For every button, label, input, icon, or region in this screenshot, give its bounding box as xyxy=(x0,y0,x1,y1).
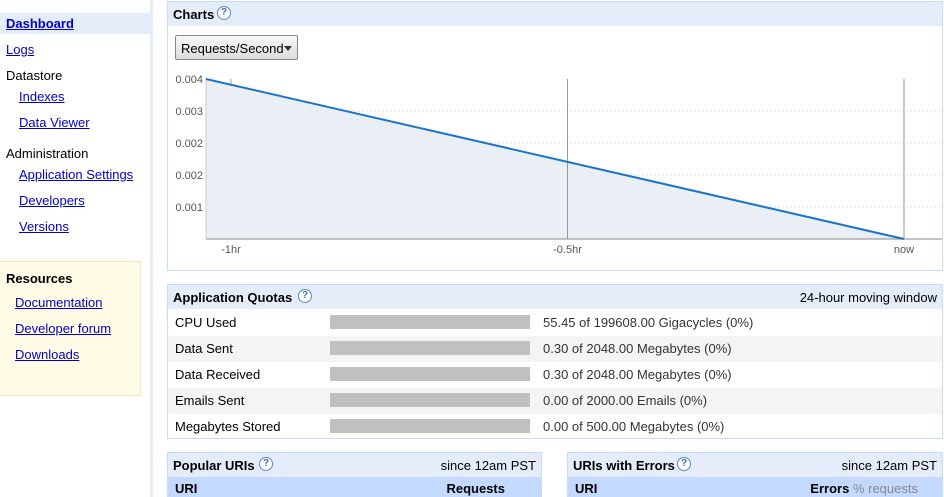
quota-progress-bar xyxy=(330,315,530,329)
y-tick-label: 0.002 xyxy=(175,170,203,182)
sidebar-divider xyxy=(150,0,153,497)
quota-value: 0.30 of 2048.00 Megabytes (0%) xyxy=(543,367,732,382)
popular-uris-table-header: URI Requests xyxy=(168,477,541,497)
resources-title: Resources xyxy=(6,271,73,286)
errors-label: Errors xyxy=(810,481,850,496)
quotas-panel: Application Quotas ? 24-hour moving wind… xyxy=(167,284,943,439)
column-header-errors: Errors % requests xyxy=(810,481,918,496)
popular-uris-title: Popular URIs xyxy=(173,458,255,473)
link-documentation[interactable]: Documentation xyxy=(15,295,102,310)
x-tick-label: -0.5hr xyxy=(553,244,582,256)
quota-progress-bar xyxy=(330,393,530,407)
popular-uris-since: since 12am PST xyxy=(440,458,536,473)
nav-dashboard[interactable]: Dashboard xyxy=(6,16,74,31)
quota-progress-bar xyxy=(330,367,530,381)
x-tick-label: -1hr xyxy=(221,244,241,256)
error-uris-header: URIs with Errors ? since 12am PST xyxy=(568,453,942,477)
quotas-header: Application Quotas ? 24-hour moving wind… xyxy=(168,285,942,309)
quota-progress-bar xyxy=(330,341,530,355)
nav-data-viewer[interactable]: Data Viewer xyxy=(19,115,90,130)
quota-name: Megabytes Stored xyxy=(175,419,281,434)
charts-title: Charts xyxy=(173,7,215,22)
help-icon[interactable]: ? xyxy=(298,289,312,303)
nav-application-settings[interactable]: Application Settings xyxy=(19,167,133,182)
nav-developers[interactable]: Developers xyxy=(19,193,85,208)
nav-logs[interactable]: Logs xyxy=(6,42,34,57)
y-tick-label: 0.002 xyxy=(175,138,203,150)
chevron-down-icon xyxy=(284,46,292,51)
requests-chart: 0.004 0.003 0.002 0.002 0.001 -1hr -0.5hr now xyxy=(175,74,942,256)
y-tick-label: 0.001 xyxy=(175,202,203,214)
popular-uris-header: Popular URIs ? since 12am PST xyxy=(168,453,541,477)
x-tick-label: now xyxy=(894,244,914,256)
quota-progress-bar xyxy=(330,419,530,433)
help-icon[interactable]: ? xyxy=(217,6,231,20)
metric-select-value: Requests/Second xyxy=(181,41,284,56)
charts-header: Charts ? xyxy=(168,2,942,26)
quota-value: 0.30 of 2048.00 Megabytes (0%) xyxy=(543,341,732,356)
quota-name: Emails Sent xyxy=(175,393,245,408)
quota-row: CPU Used 55.45 of 199608.00 Gigacycles (… xyxy=(168,310,942,336)
column-header-uri: URI xyxy=(575,481,598,496)
quotas-title: Application Quotas xyxy=(173,290,293,305)
charts-panel: Charts ? Requests/Second 0.004 0.003 0.002… xyxy=(167,1,943,271)
quota-row: Megabytes Stored 0.00 of 500.00 Megabyte… xyxy=(168,414,942,440)
error-uris-panel: URIs with Errors ? since 12am PST URI Er… xyxy=(567,452,943,497)
quota-row: Data Sent 0.30 of 2048.00 Megabytes (0%) xyxy=(168,336,942,362)
nav-indexes[interactable]: Indexes xyxy=(19,89,65,104)
quota-name: CPU Used xyxy=(175,315,237,330)
sidebar: Dashboard Logs Datastore Indexes Data Vi… xyxy=(0,0,152,497)
error-uris-since: since 12am PST xyxy=(841,458,937,473)
column-header-requests: Requests xyxy=(446,481,505,496)
link-developer-forum[interactable]: Developer forum xyxy=(15,321,111,336)
quota-value: 0.00 of 500.00 Megabytes (0%) xyxy=(543,419,725,434)
nav-administration-heading: Administration xyxy=(6,146,89,161)
quota-row: Data Received 0.30 of 2048.00 Megabytes … xyxy=(168,362,942,388)
column-header-uri: URI xyxy=(175,481,198,496)
nav-datastore-heading: Datastore xyxy=(6,68,63,83)
quota-name: Data Sent xyxy=(175,341,233,356)
quota-value: 0.00 of 2000.00 Emails (0%) xyxy=(543,393,708,408)
error-uris-table-header: URI Errors % requests xyxy=(568,477,942,497)
error-uris-title: URIs with Errors xyxy=(573,458,675,473)
resources-box: Resources Documentation Developer forum … xyxy=(0,261,141,396)
quota-row: Emails Sent 0.00 of 2000.00 Emails (0%) xyxy=(168,388,942,414)
y-tick-label: 0.003 xyxy=(175,106,203,118)
y-tick-label: 0.004 xyxy=(175,74,203,86)
help-icon[interactable]: ? xyxy=(259,457,273,471)
link-downloads[interactable]: Downloads xyxy=(15,347,79,362)
popular-uris-panel: Popular URIs ? since 12am PST URI Reques… xyxy=(167,452,542,497)
nav-versions[interactable]: Versions xyxy=(19,219,69,234)
quota-value: 55.45 of 199608.00 Gigacycles (0%) xyxy=(543,315,754,330)
quota-name: Data Received xyxy=(175,367,261,382)
pct-requests-label: % requests xyxy=(852,481,918,496)
help-icon[interactable]: ? xyxy=(677,457,691,471)
metric-select-dropdown[interactable]: Requests/Second xyxy=(175,35,298,60)
quotas-window-label: 24-hour moving window xyxy=(799,290,937,305)
